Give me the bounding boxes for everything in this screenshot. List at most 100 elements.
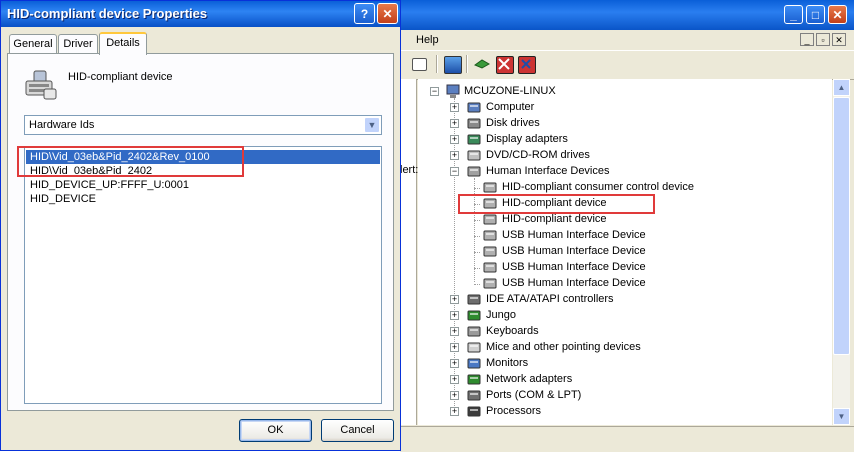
expand-icon[interactable]: + <box>450 391 459 400</box>
scan-hardware-icon[interactable] <box>444 56 462 74</box>
tree-node-label: Disk drives <box>486 117 540 129</box>
tree-node-label: Network adapters <box>486 373 573 385</box>
display-adapter-icon <box>466 132 482 147</box>
maximize-button[interactable]: □ <box>806 5 825 24</box>
tree-root-label: MCUZONE-LINUX <box>464 85 556 97</box>
tree-node-label: Jungo <box>486 309 516 321</box>
scroll-down-button[interactable]: ▼ <box>833 408 850 425</box>
disable-device-icon[interactable] <box>496 56 514 74</box>
tree-node-label: DVD/CD-ROM drives <box>486 149 590 161</box>
expand-icon[interactable]: + <box>450 119 459 128</box>
tree-node-label: USB Human Interface Device <box>502 245 646 257</box>
hid-device-icon <box>482 260 498 275</box>
ide-controller-icon <box>466 292 482 307</box>
values-list[interactable]: HID\Vid_03eb&Pid_2402&Rev_0100 HID\Vid_0… <box>24 146 382 404</box>
status-bar <box>400 426 854 452</box>
hid-device-icon <box>482 276 498 291</box>
processor-icon <box>466 404 482 419</box>
mdi-restore-button[interactable]: ▫ <box>816 33 830 46</box>
tree-node-label: Human Interface Devices <box>486 165 610 177</box>
tab-details-label: Details <box>106 37 140 49</box>
hid-device-icon <box>24 69 58 101</box>
tree-highlight-box <box>458 194 655 214</box>
monitor-icon <box>466 356 482 371</box>
cancel-button[interactable]: Cancel <box>321 419 394 442</box>
expand-icon[interactable]: + <box>450 343 459 352</box>
computer-icon <box>466 100 482 115</box>
update-driver-icon[interactable] <box>473 56 491 72</box>
expand-icon[interactable]: + <box>450 375 459 384</box>
details-panel: HID-compliant device Hardware Ids ▼ HID\… <box>7 53 394 411</box>
close-button[interactable]: ✕ <box>828 5 847 24</box>
tab-driver-label: Driver <box>63 38 93 50</box>
tree-node-label: Monitors <box>486 357 529 369</box>
expand-icon[interactable]: + <box>450 327 459 336</box>
dialog-close-button[interactable]: ✕ <box>377 3 398 24</box>
device-tree[interactable]: − MCUZONE-LINUX + Computer + Disk drives + Disp… <box>418 79 832 425</box>
scroll-thumb[interactable] <box>833 97 850 355</box>
mouse-icon <box>466 340 482 355</box>
hid-device-icon <box>482 180 498 195</box>
expand-icon[interactable]: + <box>450 311 459 320</box>
tree-node-label: HID-compliant device <box>502 213 607 225</box>
properties-toolbar-icon[interactable] <box>412 58 427 71</box>
expand-icon[interactable]: + <box>450 103 459 112</box>
left-pane-text: lert: <box>400 164 419 176</box>
device-manager-window: _ □ ✕ Help _ ▫ ✕ lert: − MCUZONE-LINUX + Co… <box>400 0 854 452</box>
jungo-icon <box>466 308 482 323</box>
toolbar <box>400 50 854 80</box>
mdi-close-button[interactable]: ✕ <box>832 33 846 46</box>
menu-bar: Help _ ▫ ✕ <box>400 30 854 50</box>
scroll-up-button[interactable]: ▲ <box>833 79 850 96</box>
tree-node-label: IDE ATA/ATAPI controllers <box>486 293 614 305</box>
uninstall-device-icon[interactable] <box>518 56 536 74</box>
collapse-icon[interactable]: − <box>450 167 459 176</box>
tree-node-label: Computer <box>486 101 535 113</box>
tree-node-label: USB Human Interface Device <box>502 261 646 273</box>
mdi-minimize-button[interactable]: _ <box>800 33 814 46</box>
tab-general[interactable]: General <box>9 34 57 54</box>
hid-device-icon <box>482 228 498 243</box>
collapse-icon[interactable]: − <box>430 87 439 96</box>
toolbar-separator <box>436 55 438 73</box>
disk-drive-icon <box>466 116 482 131</box>
expand-icon[interactable]: + <box>450 359 459 368</box>
ok-button[interactable]: OK <box>239 419 312 442</box>
tree-node-label: Keyboards <box>486 325 539 337</box>
network-adapter-icon <box>466 372 482 387</box>
help-button[interactable]: ? <box>354 3 375 24</box>
tree-node-label: Processors <box>486 405 542 417</box>
tree-line <box>474 268 480 269</box>
tab-driver[interactable]: Driver <box>58 34 98 54</box>
tree-line <box>474 284 480 285</box>
toolbar-separator <box>466 55 468 73</box>
computer-icon <box>445 84 461 99</box>
expand-icon[interactable]: + <box>450 151 459 160</box>
expand-icon[interactable]: + <box>450 407 459 416</box>
device-manager-titlebar[interactable]: _ □ ✕ <box>400 0 854 30</box>
chevron-down-icon[interactable]: ▼ <box>364 117 380 133</box>
tree-node-label: USB Human Interface Device <box>502 229 646 241</box>
tree-node-label: Mice and other pointing devices <box>486 341 641 353</box>
tab-details[interactable]: Details <box>99 32 147 55</box>
menu-help[interactable]: Help <box>416 34 439 46</box>
list-item[interactable]: HID_DEVICE_UP:FFFF_U:0001 <box>26 178 380 192</box>
dialog-titlebar[interactable]: HID-compliant device Properties ? ✕ <box>1 1 400 27</box>
tree-node-label: Display adapters <box>486 133 568 145</box>
tree-node-label: USB Human Interface Device <box>502 277 646 289</box>
vertical-scrollbar[interactable]: ▲ ▼ <box>833 79 850 425</box>
tree-line <box>474 252 480 253</box>
port-icon <box>466 388 482 403</box>
expand-icon[interactable]: + <box>450 295 459 304</box>
property-dropdown[interactable]: Hardware Ids ▼ <box>24 115 382 135</box>
minimize-button[interactable]: _ <box>784 5 803 24</box>
expand-icon[interactable]: + <box>450 135 459 144</box>
list-item[interactable]: HID_DEVICE <box>26 192 380 206</box>
tree-line <box>474 236 480 237</box>
tree-line <box>474 220 480 221</box>
properties-dialog: HID-compliant device Properties ? ✕ Gene… <box>0 0 401 451</box>
hid-device-icon <box>482 244 498 259</box>
cdrom-icon <box>466 148 482 163</box>
values-highlight-box <box>17 146 244 177</box>
device-name: HID-compliant device <box>68 71 173 83</box>
